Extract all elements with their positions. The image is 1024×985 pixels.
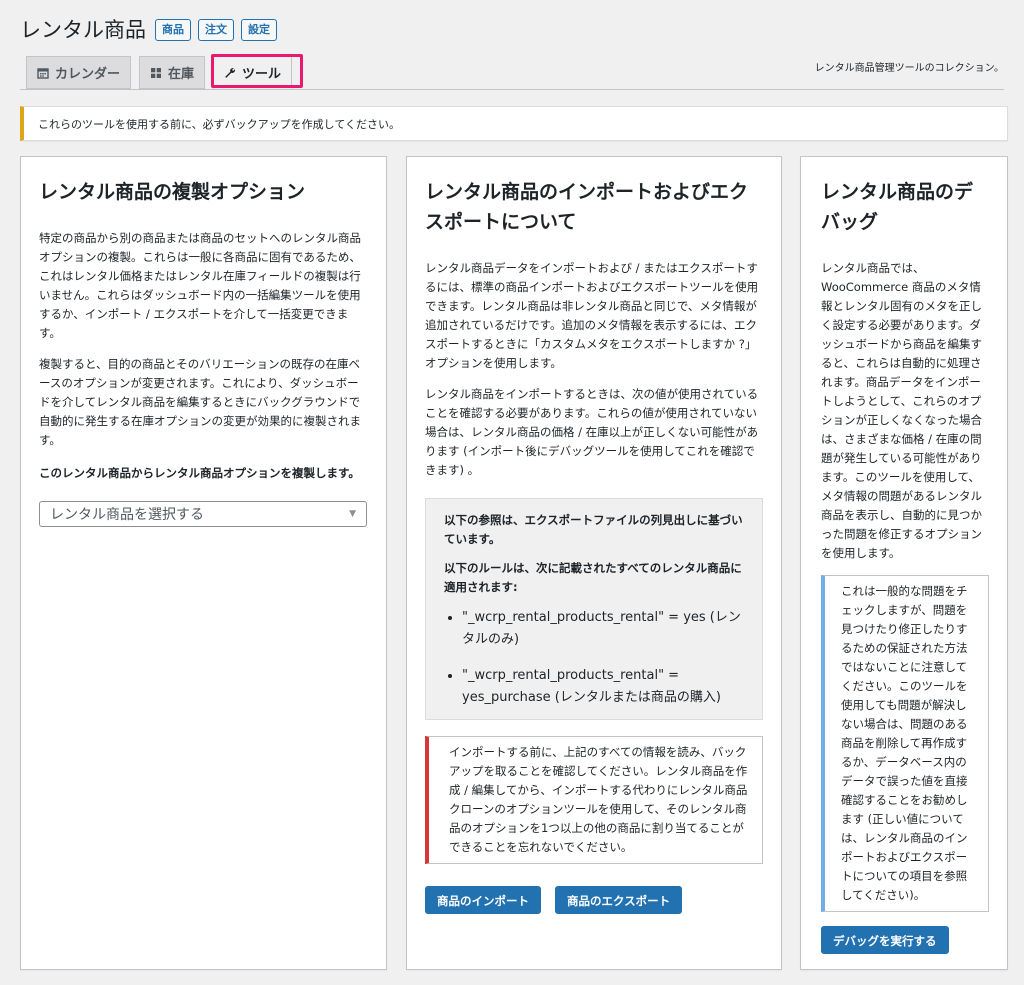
tab-stock[interactable]: 在庫 <box>139 56 206 89</box>
tab-stock-label: 在庫 <box>168 67 195 82</box>
import-export-card: レンタル商品のインポートおよびエクスポートについて レンタル商品データをインポー… <box>406 156 782 970</box>
debug-description: レンタル商品では、WooCommerce 商品のメタ情報とレンタル固有のメタを正… <box>821 261 982 560</box>
backup-notice-text: これらのツールを使用する前に、必ずバックアップを作成してください。 <box>38 117 401 131</box>
clone-card-title: レンタル商品の複製オプション <box>39 181 306 203</box>
wrench-icon <box>225 67 236 78</box>
tab-tools-label: ツール <box>242 67 282 82</box>
tabs-divider <box>20 89 1004 90</box>
import-export-buttons: 商品のインポート 商品のエクスポート <box>425 886 763 914</box>
debug-note: これは一般的な問題をチェックしますが、問題を見つけたり修正したりするための保証さ… <box>821 575 989 912</box>
list-item: "_wcrp_rental_products_rental" = yes_pur… <box>462 665 744 709</box>
debug-card-title: レンタル商品のデバッグ <box>821 181 974 233</box>
import-description-1: レンタル商品データをインポートおよび / またはエクスポートするには、標準の商品… <box>425 261 759 370</box>
orders-link[interactable]: 注文 <box>198 19 234 41</box>
import-card-title: レンタル商品のインポートおよびエクスポートについて <box>425 181 749 233</box>
import-warning-text: インポートする前に、上記のすべての情報を読み、バックアップを取ることを確認してく… <box>449 745 748 854</box>
calendar-icon <box>37 67 49 79</box>
debug-card: レンタル商品のデバッグ レンタル商品では、WooCommerce 商品のメタ情報… <box>800 156 1008 970</box>
backup-notice: これらのツールを使用する前に、必ずバックアップを作成してください。 <box>20 106 1008 141</box>
clone-description-1: 特定の商品から別の商品または商品のセットへのレンタル商品オプションの複製。これら… <box>39 231 361 340</box>
rental-product-select-value: レンタル商品を選択する <box>50 507 204 523</box>
tab-calendar-label: カレンダー <box>55 67 121 82</box>
import-reference-box: 以下の参照は、エクスポートファイルの列見出しに基づいています。 以下のルールは、… <box>425 498 763 720</box>
clone-source-label: このレンタル商品からレンタル商品オプションを複製します。 <box>39 466 360 480</box>
clone-description-2: 複製すると、目的の商品とそのバリエーションの既存の在庫ベースのオプションが変更さ… <box>39 357 361 447</box>
rental-product-select[interactable]: レンタル商品を選択する ▼ <box>39 501 367 527</box>
settings-link[interactable]: 設定 <box>241 19 277 41</box>
rules-note: 以下のルールは、次に記載されたすべてのレンタル商品に適用されます: <box>444 561 742 594</box>
page-title: レンタル商品 <box>20 18 146 42</box>
title-links: 商品 注文 設定 <box>155 19 277 41</box>
export-products-button[interactable]: 商品のエクスポート <box>555 886 683 914</box>
products-link[interactable]: 商品 <box>155 19 191 41</box>
import-warning: インポートする前に、上記のすべての情報を読み、バックアップを取ることを確認してく… <box>425 736 763 864</box>
tab-description: レンタル商品管理ツールのコレクション。 <box>814 63 1004 74</box>
import-description-2: レンタル商品をインポートするときは、次の値が使用されていることを確認する必要があ… <box>425 387 759 477</box>
import-products-button[interactable]: 商品のインポート <box>425 886 541 914</box>
rules-list: "_wcrp_rental_products_rental" = yes (レン… <box>444 607 744 709</box>
tab-calendar[interactable]: カレンダー <box>26 56 132 89</box>
list-item: "_wcrp_rental_products_rental" = yes (レン… <box>462 607 744 651</box>
clone-options-card: レンタル商品の複製オプション 特定の商品から別の商品または商品のセットへのレンタ… <box>20 156 387 970</box>
reference-note: 以下の参照は、エクスポートファイルの列見出しに基づいています。 <box>444 513 743 546</box>
tab-bar: カレンダー 在庫 ツール <box>26 56 293 89</box>
grid-icon <box>151 67 162 78</box>
tab-tools[interactable]: ツール <box>213 56 293 89</box>
chevron-down-icon: ▼ <box>349 509 356 519</box>
debug-note-text: これは一般的な問題をチェックしますが、問題を見つけたり修正したりするための保証さ… <box>841 584 968 902</box>
run-debug-button[interactable]: デバッグを実行する <box>821 926 949 954</box>
